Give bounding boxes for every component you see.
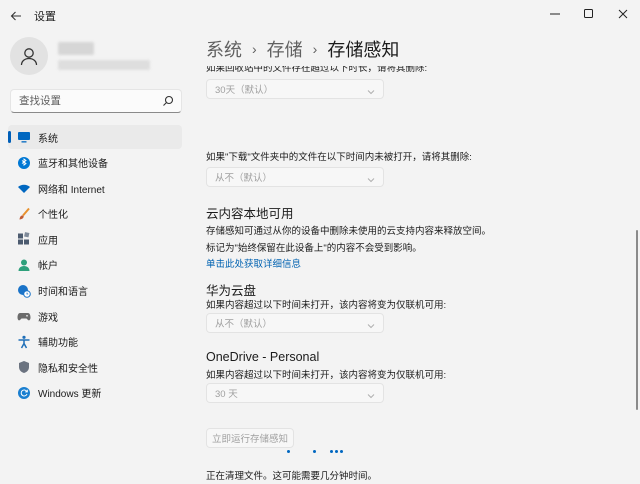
- progress-dots: [206, 448, 506, 456]
- dropdown-value: 30天（默认）: [215, 85, 274, 96]
- sidebar-item-label: 应用: [38, 235, 58, 247]
- learn-more-link[interactable]: 单击此处获取详细信息: [206, 256, 301, 270]
- sidebar-item-label: 帐户: [38, 261, 58, 273]
- cloud-content-desc-2: 标记为"始终保留在此设备上"的内容不会受到影响。: [206, 243, 422, 254]
- sidebar-nav: 系统 蓝牙和其他设备 网络和 Internet 个性化 应用 帐户 时间和语言 …: [8, 125, 182, 407]
- dropdown-value: 从不（默认）: [215, 173, 273, 184]
- status-text: 正在清理文件。这可能需要几分钟时间。: [206, 471, 378, 482]
- wifi-icon: [17, 181, 31, 195]
- breadcrumb-system[interactable]: 系统: [206, 36, 242, 62]
- main-content: 系统 › 存储 › 存储感知 如果回收站中的文件存在超过以下时长，请将其删除: …: [190, 32, 640, 484]
- globe-clock-icon: [17, 284, 31, 298]
- bluetooth-icon: [17, 156, 31, 170]
- sidebar-item-personalization[interactable]: 个性化: [8, 202, 182, 226]
- recycle-bin-dropdown[interactable]: 30天（默认）: [206, 79, 384, 99]
- sidebar-item-bluetooth[interactable]: 蓝牙和其他设备: [8, 151, 182, 175]
- user-profile[interactable]: [10, 37, 150, 75]
- sidebar-item-apps[interactable]: 应用: [8, 227, 182, 251]
- sidebar-item-gaming[interactable]: 游戏: [8, 304, 182, 328]
- cloud-content-title: 云内容本地可用: [206, 207, 294, 221]
- avatar[interactable]: [10, 37, 48, 75]
- sidebar-item-privacy[interactable]: 隐私和安全性: [8, 355, 182, 379]
- back-arrow-icon[interactable]: [4, 4, 28, 28]
- cloud-content-desc-1: 存储感知可通过从你的设备中删除未使用的云支持内容来释放空间。: [206, 226, 492, 237]
- sidebar-item-network[interactable]: 网络和 Internet: [8, 176, 182, 200]
- huawei-cloud-desc: 如果内容超过以下时间未打开，该内容将变为仅联机可用:: [206, 300, 447, 311]
- chevron-right-icon: ›: [252, 41, 257, 57]
- sidebar-item-windows-update[interactable]: Windows 更新: [8, 381, 182, 405]
- accessibility-icon: [17, 335, 31, 349]
- onedrive-title: OneDrive - Personal: [206, 350, 320, 364]
- sidebar-item-system[interactable]: 系统: [8, 125, 182, 149]
- sidebar-item-label: 时间和语言: [38, 287, 88, 299]
- app-title: 设置: [34, 11, 56, 23]
- monitor-icon: [17, 130, 31, 144]
- chevron-down-icon: [366, 172, 376, 190]
- chevron-down-icon: [366, 388, 376, 406]
- search-box[interactable]: [10, 89, 182, 113]
- sidebar-item-label: 辅助功能: [38, 338, 78, 350]
- sidebar: 系统 蓝牙和其他设备 网络和 Internet 个性化 应用: [0, 32, 190, 484]
- sidebar-item-time-language[interactable]: 时间和语言: [8, 279, 182, 303]
- chevron-down-icon: [366, 318, 376, 336]
- settings-scroll-area[interactable]: 如果回收站中的文件存在超过以下时长，请将其删除: 30天（默认） 如果"下载"文…: [206, 66, 626, 484]
- minimize-icon[interactable]: [538, 0, 572, 28]
- huawei-cloud-dropdown[interactable]: 从不（默认）: [206, 313, 384, 333]
- brush-icon: [17, 207, 31, 221]
- sidebar-item-label: 隐私和安全性: [38, 363, 98, 375]
- onedrive-dropdown[interactable]: 30 天: [206, 383, 384, 403]
- breadcrumb-storage[interactable]: 存储: [267, 36, 303, 62]
- page-title: 存储感知: [327, 40, 400, 60]
- title-bar: 设置: [0, 0, 640, 32]
- search-input[interactable]: [17, 94, 161, 108]
- close-icon[interactable]: [606, 0, 640, 28]
- breadcrumb: 系统 › 存储 › 存储感知: [206, 36, 399, 62]
- onedrive-desc: 如果内容超过以下时间未打开，该内容将变为仅联机可用:: [206, 370, 447, 381]
- shield-icon: [17, 360, 31, 374]
- profile-name-blurred: [58, 42, 150, 70]
- window-controls: [538, 0, 640, 28]
- chevron-down-icon: [366, 84, 376, 102]
- recycle-bin-label: 如果回收站中的文件存在超过以下时长，请将其删除:: [206, 66, 428, 74]
- chevron-right-icon: ›: [312, 41, 318, 57]
- sidebar-item-label: 网络和 Internet: [38, 184, 105, 196]
- sidebar-item-label: 游戏: [38, 312, 58, 324]
- gamepad-icon: [17, 309, 31, 323]
- sidebar-item-label: 蓝牙和其他设备: [38, 159, 108, 171]
- dropdown-value: 30 天: [215, 389, 238, 400]
- search-icon[interactable]: [162, 94, 174, 112]
- scrollbar[interactable]: [636, 230, 638, 410]
- sidebar-item-accessibility[interactable]: 辅助功能: [8, 330, 182, 354]
- sidebar-item-label: Windows 更新: [38, 389, 102, 401]
- downloads-dropdown[interactable]: 从不（默认）: [206, 167, 384, 187]
- account-icon: [17, 258, 31, 272]
- dropdown-value: 从不（默认）: [215, 319, 273, 330]
- sidebar-item-label: 系统: [38, 133, 58, 145]
- run-storage-sense-button[interactable]: 立即运行存储感知: [206, 428, 294, 448]
- sidebar-item-accounts[interactable]: 帐户: [8, 253, 182, 277]
- sidebar-item-label: 个性化: [38, 210, 68, 222]
- downloads-label: 如果"下载"文件夹中的文件在以下时间内未被打开，请将其删除:: [206, 152, 472, 163]
- apps-icon: [17, 232, 31, 246]
- maximize-icon[interactable]: [572, 0, 606, 28]
- update-icon: [17, 386, 31, 400]
